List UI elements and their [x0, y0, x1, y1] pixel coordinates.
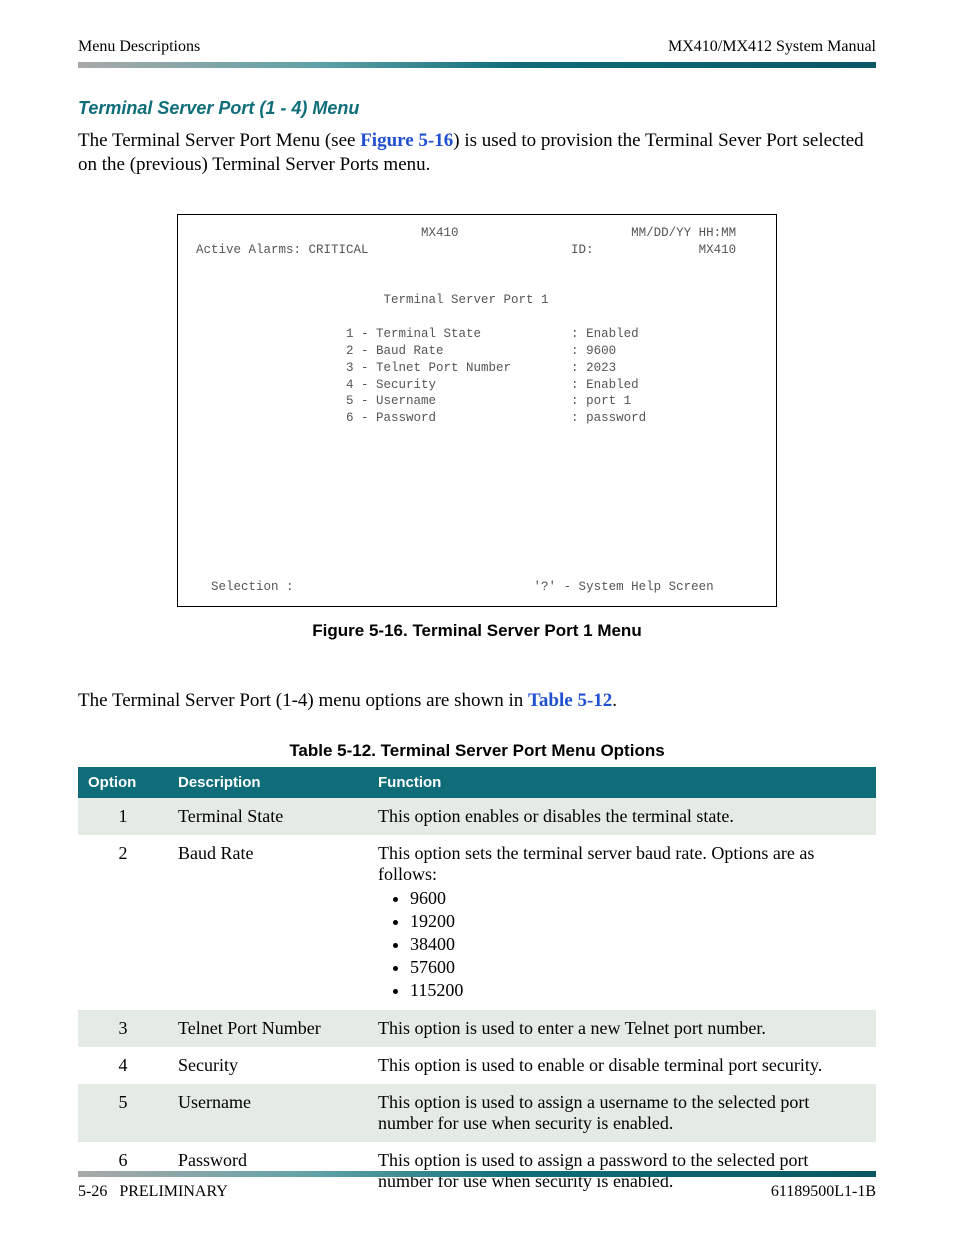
intro-text-pre: The Terminal Server Port Menu (see: [78, 130, 360, 151]
footer-rule: [78, 1171, 876, 1177]
table-row: 3Telnet Port NumberThis option is used t…: [78, 1010, 876, 1047]
function-intro: This option sets the terminal server bau…: [378, 843, 866, 885]
baud-list: 9600192003840057600115200: [392, 887, 866, 1002]
after-figure-paragraph: The Terminal Server Port (1-4) menu opti…: [78, 689, 876, 713]
footer-page-number: 5-26: [78, 1183, 107, 1200]
th-option: Option: [78, 767, 168, 798]
cell-description: Telnet Port Number: [168, 1010, 368, 1047]
cell-function: This option is used to assign a username…: [368, 1084, 876, 1142]
footer-left: 5-26 PRELIMINARY: [78, 1183, 228, 1201]
after-text-post: .: [612, 690, 617, 711]
table-row: 2Baud RateThis option sets the terminal …: [78, 835, 876, 1010]
cell-option: 4: [78, 1047, 168, 1084]
page-header: Menu Descriptions MX410/MX412 System Man…: [78, 38, 876, 56]
cell-option: 3: [78, 1010, 168, 1047]
header-rule: [78, 62, 876, 68]
header-left: Menu Descriptions: [78, 38, 200, 56]
cell-description: Baud Rate: [168, 835, 368, 1010]
list-item: 38400: [410, 933, 866, 956]
th-function: Function: [368, 767, 876, 798]
list-item: 57600: [410, 956, 866, 979]
cell-description: Security: [168, 1047, 368, 1084]
cell-function: This option sets the terminal server bau…: [368, 835, 876, 1010]
cell-description: Terminal State: [168, 798, 368, 835]
cell-option: 1: [78, 798, 168, 835]
cell-option: 5: [78, 1084, 168, 1142]
header-right: MX410/MX412 System Manual: [668, 38, 876, 56]
table-caption: Table 5-12. Terminal Server Port Menu Op…: [78, 741, 876, 761]
list-item: 19200: [410, 910, 866, 933]
table-xref[interactable]: Table 5-12: [528, 690, 612, 711]
cell-option: 2: [78, 835, 168, 1010]
cell-function: This option is used to enable or disable…: [368, 1047, 876, 1084]
footer-right: 61189500L1-1B: [771, 1183, 876, 1201]
page-footer: 5-26 PRELIMINARY 61189500L1-1B: [78, 1171, 876, 1201]
figure-caption: Figure 5-16. Terminal Server Port 1 Menu: [78, 621, 876, 641]
options-table: Option Description Function 1Terminal St…: [78, 767, 876, 1200]
table-header-row: Option Description Function: [78, 767, 876, 798]
intro-paragraph: The Terminal Server Port Menu (see Figur…: [78, 129, 876, 178]
table-row: 5UsernameThis option is used to assign a…: [78, 1084, 876, 1142]
section-heading: Terminal Server Port (1 - 4) Menu: [78, 98, 876, 119]
terminal-screenshot: MX410 MM/DD/YY HH:MM Active Alarms: CRIT…: [177, 214, 777, 607]
table-row: 4SecurityThis option is used to enable o…: [78, 1047, 876, 1084]
footer-preliminary: PRELIMINARY: [119, 1183, 227, 1200]
list-item: 9600: [410, 887, 866, 910]
th-description: Description: [168, 767, 368, 798]
cell-function: This option is used to enter a new Telne…: [368, 1010, 876, 1047]
cell-function: This option enables or disables the term…: [368, 798, 876, 835]
cell-description: Username: [168, 1084, 368, 1142]
list-item: 115200: [410, 979, 866, 1002]
terminal-content: MX410 MM/DD/YY HH:MM Active Alarms: CRIT…: [196, 225, 758, 596]
after-text-pre: The Terminal Server Port (1-4) menu opti…: [78, 690, 528, 711]
figure-xref[interactable]: Figure 5-16: [360, 130, 453, 151]
table-row: 1Terminal StateThis option enables or di…: [78, 798, 876, 835]
